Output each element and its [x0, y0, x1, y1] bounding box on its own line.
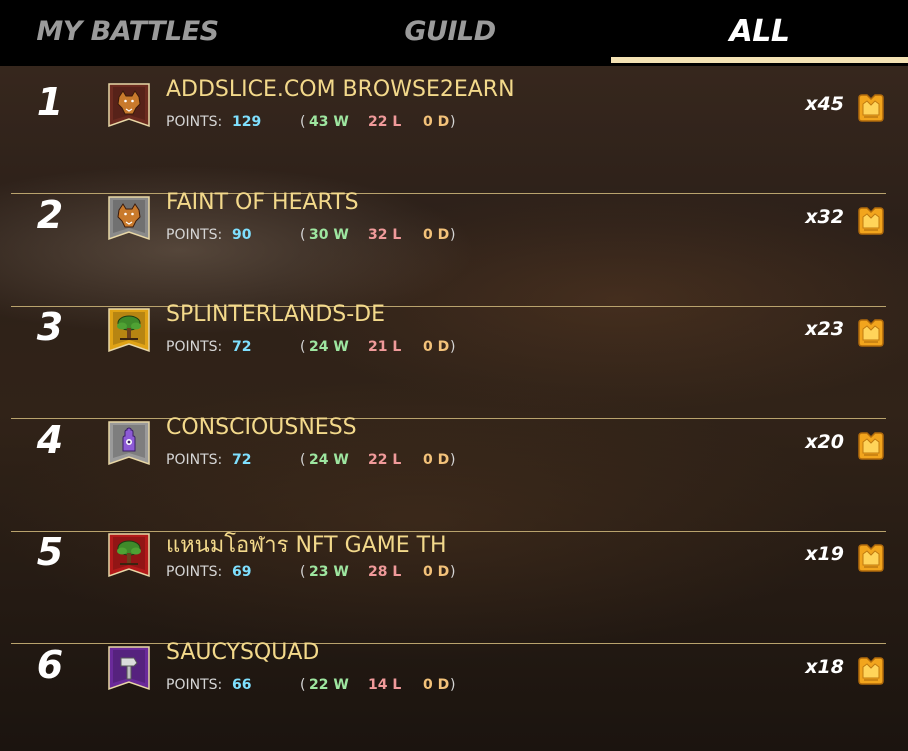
hand-banner-icon: [107, 420, 151, 466]
tree-banner-icon: [107, 307, 151, 353]
guild-name-link[interactable]: SAUCYSQUAD: [166, 640, 319, 665]
losses-value: 32 L: [368, 227, 402, 243]
stats-close-paren: ): [450, 227, 456, 243]
merit-crown-icon: [855, 317, 887, 349]
rank-number: 1: [36, 80, 64, 124]
points-label: POINTS:: [166, 114, 223, 130]
merit-crown-icon: [855, 205, 887, 237]
points-value: 90: [232, 227, 252, 243]
draws-value: 0 D: [423, 452, 450, 468]
leaderboard-row[interactable]: 5 แหนมโอฬาร NFT GAME TH POINTS: 69 (23 W 28 L…: [0, 486, 908, 598]
guild-name-link[interactable]: ADDSLICE.COM BROWSE2EARN: [166, 77, 515, 102]
points-label: POINTS:: [166, 452, 223, 468]
points-value: 69: [232, 564, 252, 580]
points-value: 72: [232, 339, 252, 355]
merit-crown-icon: [855, 430, 887, 462]
points-label: POINTS:: [166, 564, 223, 580]
reward-count: x32: [805, 206, 844, 228]
losses-value: 21 L: [368, 339, 402, 355]
rank-number: 4: [36, 418, 64, 462]
points-value: 129: [232, 114, 262, 130]
leaderboard-row[interactable]: 4 CONSCIOUSNESS POINTS: 72 (24 W 22 L 0 D) x20: [0, 374, 908, 486]
reward-count: x20: [805, 431, 844, 453]
rank-number: 6: [36, 643, 64, 687]
reward-count: x45: [805, 93, 844, 115]
rank-number: 3: [36, 305, 64, 349]
points-value: 66: [232, 677, 252, 693]
leaderboard-row[interactable]: 1 ADDSLICE.COM BROWSE2EARN POINTS: 129 (43 W…: [0, 36, 908, 148]
stats-close-paren: ): [450, 677, 456, 693]
points-label: POINTS:: [166, 677, 223, 693]
losses-value: 14 L: [368, 677, 402, 693]
stats-close-paren: ): [450, 339, 456, 355]
reward-count: x18: [805, 656, 844, 678]
wins-value: 30 W: [309, 227, 349, 243]
stats-open-paren: (: [300, 339, 306, 355]
points-value: 72: [232, 452, 252, 468]
guild-name-link[interactable]: FAINT OF HEARTS: [166, 190, 359, 215]
rank-number: 2: [36, 193, 64, 237]
stats-open-paren: (: [300, 227, 306, 243]
merit-crown-icon: [855, 92, 887, 124]
leaderboard-row[interactable]: 6 SAUCYSQUAD POINTS: 66 (22 W 14 L 0 D) x18: [0, 599, 908, 711]
reward-count: x19: [805, 543, 844, 565]
guild-name-link[interactable]: CONSCIOUSNESS: [166, 415, 357, 440]
wolf-banner-icon: [107, 82, 151, 128]
stats-open-paren: (: [300, 452, 306, 468]
losses-value: 22 L: [368, 114, 402, 130]
stats-open-paren: (: [300, 564, 306, 580]
reward-count: x23: [805, 318, 844, 340]
losses-value: 22 L: [368, 452, 402, 468]
draws-value: 0 D: [423, 677, 450, 693]
losses-value: 28 L: [368, 564, 402, 580]
leaderboard-row[interactable]: 2 FAINT OF HEARTS POINTS: 90 (30 W 32 L 0 D) x3…: [0, 149, 908, 261]
wolf-banner-icon: [107, 195, 151, 241]
stats-close-paren: ): [450, 564, 456, 580]
wins-value: 24 W: [309, 339, 349, 355]
draws-value: 0 D: [423, 227, 450, 243]
tree-banner-icon: [107, 532, 151, 578]
wins-value: 22 W: [309, 677, 349, 693]
wins-value: 24 W: [309, 452, 349, 468]
stats-close-paren: ): [450, 452, 456, 468]
rank-number: 5: [36, 530, 64, 574]
points-label: POINTS:: [166, 339, 223, 355]
draws-value: 0 D: [423, 339, 450, 355]
leaderboard-row[interactable]: 3 SPLINTERLANDS-DE POINTS: 72 (24 W 21 L 0 D) x…: [0, 261, 908, 373]
wins-value: 23 W: [309, 564, 349, 580]
wins-value: 43 W: [309, 114, 349, 130]
stats-open-paren: (: [300, 677, 306, 693]
hammer-banner-icon: [107, 645, 151, 691]
stats-open-paren: (: [300, 114, 306, 130]
draws-value: 0 D: [423, 564, 450, 580]
points-label: POINTS:: [166, 227, 223, 243]
guild-brawl-leaderboard: MY BATTLES GUILD ALL 1 ADDSLICE.COM BROWS…: [0, 0, 908, 751]
guild-name-link[interactable]: แหนมโอฬาร NFT GAME TH: [166, 527, 447, 562]
merit-crown-icon: [855, 655, 887, 687]
merit-crown-icon: [855, 542, 887, 574]
guild-name-link[interactable]: SPLINTERLANDS-DE: [166, 302, 385, 327]
stats-close-paren: ): [450, 114, 456, 130]
draws-value: 0 D: [423, 114, 450, 130]
